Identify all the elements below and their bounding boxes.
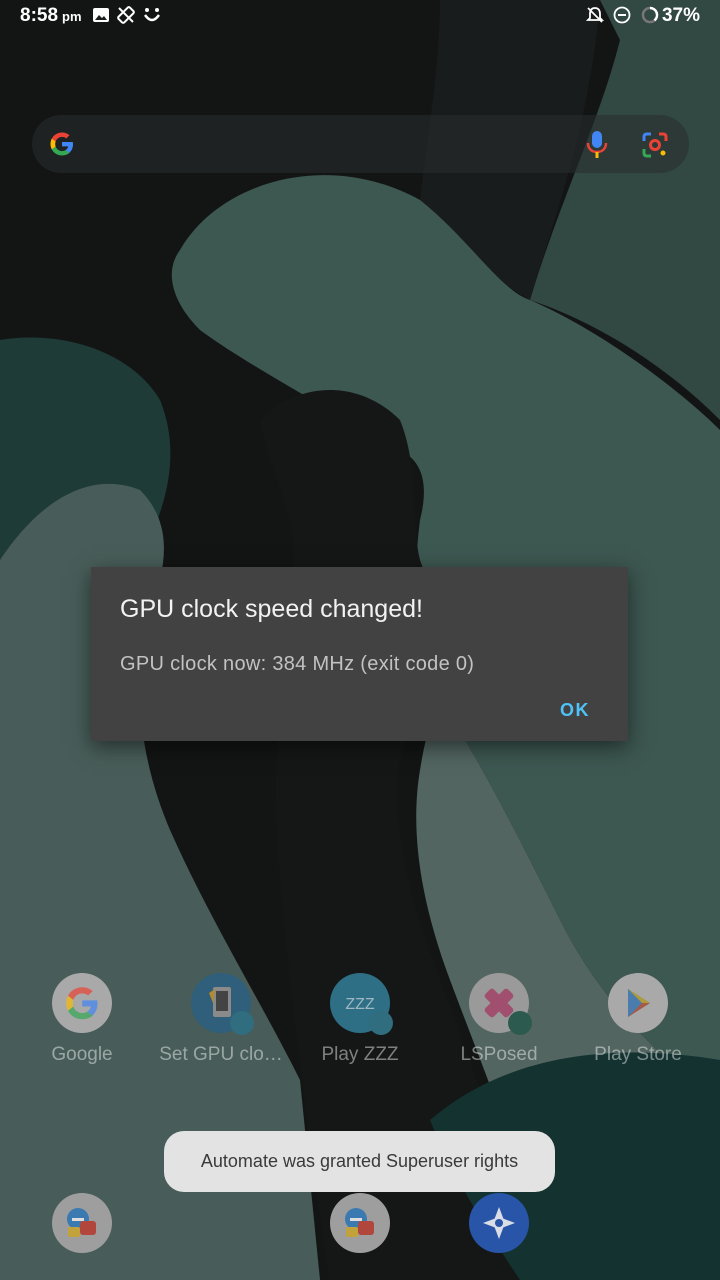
dialog-title: GPU clock speed changed! (120, 595, 423, 623)
clock-text: 8:58 (20, 5, 59, 26)
battery-percent: 37% (661, 5, 700, 26)
app-label: Set GPU clo… (159, 1044, 283, 1065)
alert-dialog: GPU clock speed changed! GPU clock now: … (91, 567, 628, 741)
automate-icon (330, 1193, 390, 1253)
app-label: Play ZZZ (321, 1044, 399, 1065)
search-bar[interactable] (32, 115, 689, 173)
mic-icon[interactable] (586, 130, 608, 160)
status-time: 8:58 pm (20, 5, 82, 27)
google-icon (50, 132, 73, 156)
battery-ring-icon (641, 6, 659, 24)
google-icon (52, 973, 112, 1033)
compass-icon (469, 1193, 529, 1253)
notifications-off-icon (586, 7, 604, 23)
svg-text:ZZZ: ZZZ (345, 996, 375, 1013)
do-not-disturb-icon (613, 6, 631, 24)
app-label: Play Store (594, 1044, 682, 1065)
automate-icon (52, 1193, 112, 1253)
android-badge-icon (508, 1011, 532, 1035)
toast-message: Automate was granted Superuser rights (164, 1131, 555, 1192)
rotation-lock-icon (117, 6, 135, 24)
image-icon (93, 8, 109, 22)
ok-button[interactable]: OK (556, 698, 594, 723)
lens-icon[interactable] (641, 131, 669, 159)
toast-text: Automate was granted Superuser rights (200, 1151, 519, 1171)
play-store-icon (608, 973, 668, 1033)
automate-badge-icon (369, 1011, 393, 1035)
smile-icon (143, 8, 161, 22)
clock-ampm: pm (62, 9, 82, 24)
automate-badge-icon (230, 1011, 254, 1035)
app-label: LSPosed (460, 1044, 538, 1065)
status-bar: 8:58 pm 37% (0, 0, 720, 32)
dialog-message: GPU clock now: 384 MHz (exit code 0) (120, 653, 475, 675)
app-label: Google (51, 1044, 113, 1065)
